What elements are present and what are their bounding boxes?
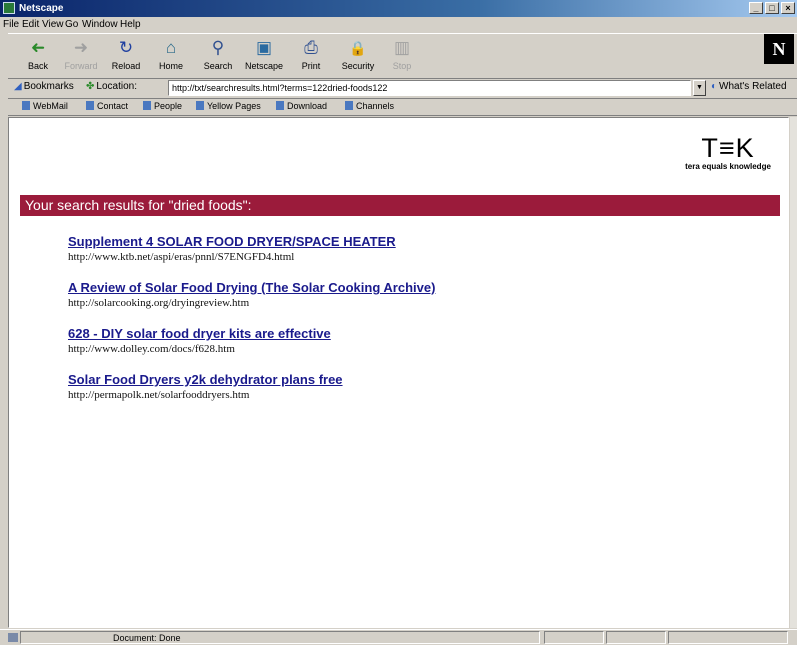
menu-file[interactable]: File — [3, 17, 19, 32]
tek-logo-tagline: tera equals knowledge — [685, 162, 771, 171]
status-cell — [606, 631, 666, 644]
bookmarks-icon: ◢ — [14, 81, 22, 92]
close-button[interactable]: × — [781, 2, 795, 14]
location-dropdown-button[interactable]: ▼ — [693, 80, 706, 96]
netscape-button[interactable]: ▣ Netscape — [244, 37, 284, 75]
title-bar: Netscape _ □ × — [0, 0, 797, 17]
personal-people[interactable]: People — [143, 101, 182, 111]
search-icon: ⚲ — [211, 38, 225, 57]
personal-contact[interactable]: Contact — [86, 101, 128, 111]
lock-icon: 🔒 — [349, 40, 367, 56]
menu-window[interactable]: Window — [82, 17, 118, 32]
result-title-link[interactable]: A Review of Solar Food Drying (The Solar… — [68, 279, 435, 296]
tek-logo-mark: T≡K — [701, 133, 755, 163]
result-title-link[interactable]: 628 - DIY solar food dryer kits are effe… — [68, 325, 435, 342]
bookmark-folder-icon — [276, 101, 284, 110]
search-results-heading: Your search results for "dried foods": — [20, 195, 780, 216]
result-item: Solar Food Dryers y2k dehydrator plans f… — [68, 371, 435, 417]
menu-go[interactable]: Go — [65, 17, 78, 32]
netscape-icon: ▣ — [255, 38, 273, 57]
search-button[interactable]: ⚲ Search — [198, 37, 238, 75]
forward-button[interactable]: ➜ Forward — [61, 37, 101, 75]
bookmark-folder-icon — [86, 101, 94, 110]
whats-related-icon: ◐ — [711, 81, 718, 92]
home-button[interactable]: ⌂ Home — [151, 37, 191, 75]
result-title-link[interactable]: Solar Food Dryers y2k dehydrator plans f… — [68, 371, 435, 388]
location-input[interactable]: http://txt/searchresults.html?terms=122d… — [168, 80, 691, 96]
menu-edit[interactable]: Edit — [22, 17, 39, 32]
location-toolbar: ◢ Bookmarks ✤ Location: http://txt/searchr… — [8, 78, 797, 99]
result-item: A Review of Solar Food Drying (The Solar… — [68, 279, 435, 325]
personal-channels[interactable]: Channels — [345, 101, 394, 111]
forward-arrow-icon: ➜ — [73, 38, 89, 57]
menu-bar: File Edit View Go Window Help — [0, 17, 797, 32]
page-content: T≡K tera equals knowledge Your search re… — [8, 117, 789, 628]
bookmarks-button[interactable]: ◢ Bookmarks — [14, 81, 74, 92]
maximize-button[interactable]: □ — [765, 2, 779, 14]
reload-icon: ↻ — [118, 38, 134, 57]
status-cell — [544, 631, 604, 644]
netscape-logo[interactable]: N — [764, 34, 794, 64]
status-cell — [668, 631, 788, 644]
navigation-toolbar: ➜ Back ➜ Forward ↻ Reload ⌂ Home ⚲ Searc… — [8, 33, 797, 79]
status-text: Document: Done — [20, 631, 540, 644]
bookmark-folder-icon — [22, 101, 30, 110]
bookmark-folder-icon — [143, 101, 151, 110]
security-button[interactable]: 🔒 Security — [338, 37, 378, 75]
window-title: Netscape — [19, 3, 64, 14]
personal-webmail[interactable]: WebMail — [22, 101, 68, 111]
menu-view[interactable]: View — [42, 17, 64, 32]
back-button[interactable]: ➜ Back — [18, 37, 58, 75]
location-label: ✤ Location: — [86, 81, 137, 92]
browser-window: Netscape _ □ × File Edit View Go Window … — [0, 0, 797, 645]
minimize-button[interactable]: _ — [749, 2, 763, 14]
personal-toolbar: WebMail Contact People Yellow Pages Down… — [8, 99, 797, 116]
reload-button[interactable]: ↻ Reload — [106, 37, 146, 75]
result-url: http://permapolk.net/solarfooddryers.htm — [68, 389, 250, 401]
location-icon: ✤ — [86, 81, 95, 92]
print-button[interactable]: ⎙ Print — [291, 37, 331, 75]
result-url: http://www.ktb.net/aspi/eras/pnnl/S7ENGF… — [68, 251, 295, 263]
vertical-scrollbar[interactable] — [790, 117, 797, 628]
personal-download[interactable]: Download — [276, 101, 327, 111]
result-url: http://www.dolley.com/docs/f628.htm — [68, 343, 235, 355]
personal-yellow-pages[interactable]: Yellow Pages — [196, 101, 261, 111]
results-list: Supplement 4 SOLAR FOOD DRYER/SPACE HEAT… — [68, 233, 435, 417]
result-title-link[interactable]: Supplement 4 SOLAR FOOD DRYER/SPACE HEAT… — [68, 233, 435, 250]
connection-status-icon — [8, 633, 18, 642]
whats-related-button[interactable]: ◐ What's Related — [711, 81, 787, 92]
bookmark-folder-icon — [196, 101, 204, 110]
menu-help[interactable]: Help — [120, 17, 141, 32]
stop-button[interactable]: ▥ Stop — [382, 37, 422, 75]
result-item: Supplement 4 SOLAR FOOD DRYER/SPACE HEAT… — [68, 233, 435, 279]
stop-icon: ▥ — [393, 38, 411, 57]
tek-logo: T≡K tera equals knowledge — [672, 134, 784, 171]
result-url: http://solarcooking.org/dryingreview.htm — [68, 297, 250, 309]
netscape-app-icon — [3, 2, 15, 14]
back-arrow-icon: ➜ — [30, 38, 46, 57]
print-icon: ⎙ — [304, 38, 318, 57]
channels-icon — [345, 101, 353, 110]
home-icon: ⌂ — [165, 38, 177, 57]
status-bar: Document: Done — [0, 629, 797, 646]
result-item: 628 - DIY solar food dryer kits are effe… — [68, 325, 435, 371]
